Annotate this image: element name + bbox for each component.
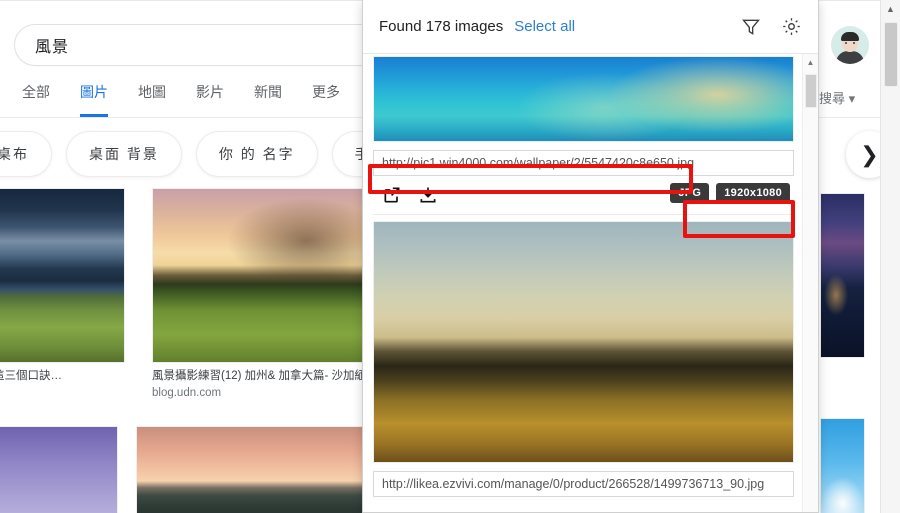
tab-maps[interactable]: 地圖: [138, 82, 166, 117]
result-thumbnail[interactable]: [136, 426, 367, 513]
avatar-body: [836, 51, 864, 64]
avatar-eye-right: [853, 42, 855, 44]
chip-your-name[interactable]: 你 的 名字: [195, 131, 318, 177]
panel-url-row: http://pic1.win4000.com/wallpaper/2/5547…: [373, 150, 794, 176]
chevron-down-icon: ▾: [848, 91, 856, 106]
select-all-link[interactable]: Select all: [514, 18, 575, 35]
result-card[interactable]: [820, 193, 865, 358]
tab-news[interactable]: 新聞: [254, 82, 282, 117]
panel-scrollbar[interactable]: ▲: [802, 54, 818, 512]
scroll-up-arrow-icon[interactable]: ▲: [881, 0, 900, 18]
chip-wallpaper[interactable]: 桌布: [0, 131, 52, 177]
result-card[interactable]: [820, 418, 865, 513]
panel-item-actions: JPG 1920x1080: [373, 176, 794, 214]
found-count-label: Found 178 images: [379, 18, 504, 35]
image-downloader-panel: Found 178 images Select all http://pic1.…: [362, 0, 819, 513]
avatar-eye-left: [845, 42, 847, 44]
panel-header: Found 178 images Select all: [363, 0, 818, 54]
panel-list-item[interactable]: http://pic1.win4000.com/wallpaper/2/5547…: [363, 56, 804, 214]
search-tabs: 全部 圖片 地圖 影片 新聞 更多: [22, 82, 340, 117]
result-thumbnail[interactable]: [152, 188, 367, 363]
result-card[interactable]: - 心中複念這三個口訣…: [0, 188, 125, 384]
result-thumbnail[interactable]: [820, 418, 865, 513]
search-query-text: 風景: [35, 39, 70, 56]
result-thumbnail[interactable]: [0, 188, 125, 363]
panel-url-row: http://likea.ezvivi.com/manage/0/product…: [373, 471, 794, 497]
download-icon[interactable]: [417, 184, 439, 206]
tab-all[interactable]: 全部: [22, 82, 50, 117]
scroll-up-arrow-icon[interactable]: ▲: [803, 54, 818, 70]
panel-image-list[interactable]: http://pic1.win4000.com/wallpaper/2/5547…: [363, 54, 804, 512]
tab-videos[interactable]: 影片: [196, 82, 224, 117]
result-card[interactable]: 風景攝影練習(12) 加州& 加拿大篇- 沙加緬… blog.udn.com: [152, 188, 378, 399]
result-card[interactable]: [0, 426, 118, 513]
panel-item-badges: JPG 1920x1080: [670, 183, 790, 203]
result-source: blog.udn.com: [152, 387, 222, 399]
panel-list-item[interactable]: http://likea.ezvivi.com/manage/0/product…: [363, 221, 804, 497]
chip-desktop-background[interactable]: 桌面 背景: [66, 131, 182, 177]
result-card[interactable]: [136, 426, 367, 513]
browser-scrollbar-thumb[interactable]: [884, 22, 898, 87]
list-divider: [373, 214, 794, 215]
external-link-icon[interactable]: [381, 184, 403, 206]
dimensions-badge: 1920x1080: [716, 183, 790, 203]
avatar-hair: [841, 32, 859, 41]
result-thumbnail[interactable]: [0, 426, 118, 513]
browser-scrollbar[interactable]: ▲: [880, 0, 900, 513]
format-badge: JPG: [670, 183, 710, 203]
filter-icon[interactable]: [740, 16, 762, 38]
panel-header-actions: [740, 16, 802, 38]
avatar[interactable]: [831, 26, 869, 64]
panel-image-preview[interactable]: [373, 221, 794, 463]
panel-image-preview[interactable]: [373, 56, 794, 142]
result-thumbnail[interactable]: [820, 193, 865, 358]
panel-scrollbar-thumb[interactable]: [805, 74, 817, 108]
result-caption: - 心中複念這三個口訣…: [0, 370, 63, 382]
tab-images[interactable]: 圖片: [80, 82, 108, 117]
result-caption: 風景攝影練習(12) 加州& 加拿大篇- 沙加緬…: [152, 370, 378, 382]
image-url-field[interactable]: http://pic1.win4000.com/wallpaper/2/5547…: [373, 150, 794, 176]
tab-more[interactable]: 更多: [312, 82, 340, 117]
gear-icon[interactable]: [780, 16, 802, 38]
image-url-field[interactable]: http://likea.ezvivi.com/manage/0/product…: [373, 471, 794, 497]
